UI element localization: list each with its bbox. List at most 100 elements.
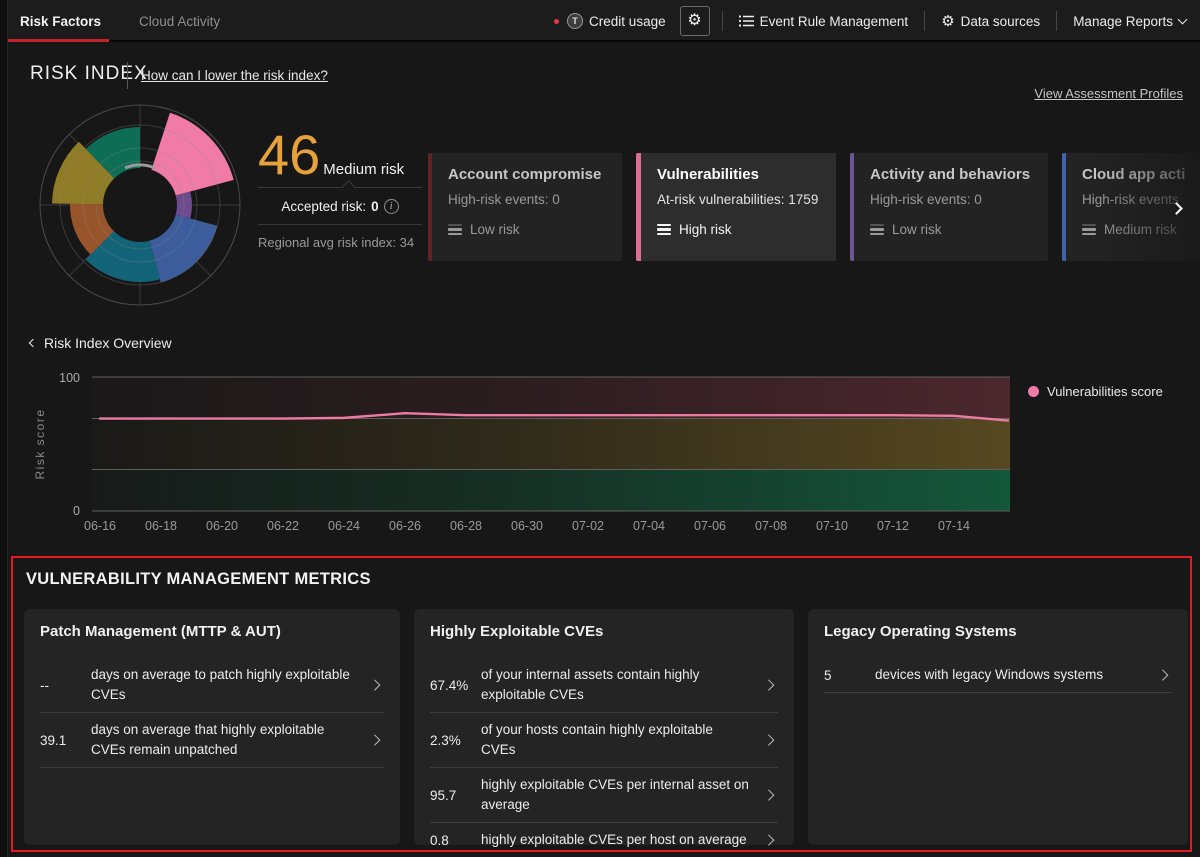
data-sources-button[interactable]: ⚙ Data sources [937, 14, 1044, 29]
list-icon [739, 15, 754, 27]
metric-value: 39.1 [40, 733, 91, 748]
back-link-label: Risk Index Overview [44, 335, 172, 351]
svg-text:06-16: 06-16 [84, 519, 116, 533]
chevron-right-icon [763, 680, 774, 691]
chevron-right-icon [369, 680, 380, 691]
cards-scroll-right-button[interactable] [1172, 200, 1181, 218]
legend-label: Vulnerabilities score [1047, 384, 1163, 399]
metric-row-mttp[interactable]: -- days on average to patch highly explo… [40, 658, 384, 713]
metric-description: days on average that highly exploitable … [91, 720, 371, 760]
tab-cloud-activity[interactable]: Cloud Activity [133, 0, 226, 42]
patch-management-card: Patch Management (MTTP & AUT) -- days on… [24, 609, 400, 845]
tab-risk-factors[interactable]: Risk Factors [14, 0, 107, 42]
notification-dot-icon [554, 19, 559, 24]
card-account-compromise[interactable]: Account compromise High-risk events: 0 L… [428, 153, 622, 261]
card-subtitle: At-risk vulnerabilities: 1759 [657, 192, 820, 207]
svg-text:07-14: 07-14 [938, 519, 970, 533]
view-assessment-profiles-link[interactable]: View Assessment Profiles [1034, 86, 1183, 101]
svg-text:06-30: 06-30 [511, 519, 543, 533]
gear-icon: ⚙ [941, 14, 954, 29]
topbar-separator [924, 11, 925, 31]
risk-bars-icon [870, 224, 884, 236]
card-title: Activity and behaviors [870, 166, 1032, 183]
svg-text:06-22: 06-22 [267, 519, 299, 533]
page-title: RISK INDEX [30, 63, 148, 85]
svg-text:07-12: 07-12 [877, 519, 909, 533]
card-subtitle: High-risk events: 0 [870, 192, 1032, 207]
event-rule-label: Event Rule Management [760, 14, 909, 29]
risk-index-value: 46 [258, 126, 320, 184]
card-subtitle: High-risk events [1082, 192, 1200, 207]
top-tabs: Risk Factors Cloud Activity [14, 0, 226, 42]
section-title: VULNERABILITY MANAGEMENT METRICS [26, 570, 371, 589]
gear-icon: ⚙ [687, 13, 701, 29]
svg-text:06-18: 06-18 [145, 519, 177, 533]
info-icon[interactable]: i [384, 199, 399, 214]
risk-factor-cards: Account compromise High-risk events: 0 L… [428, 153, 1200, 261]
highly-exploitable-cves-card: Highly Exploitable CVEs 67.4% of your in… [414, 609, 794, 845]
accepted-risk-value: 0 [371, 199, 379, 214]
metric-description: highly exploitable CVEs per host on aver… [481, 830, 765, 850]
event-rule-management-button[interactable]: Event Rule Management [735, 14, 913, 29]
metric-value: 5 [824, 668, 875, 683]
metric-value: -- [40, 678, 91, 693]
lower-risk-index-link[interactable]: How can I lower the risk index? [141, 68, 328, 83]
chevron-right-icon [1157, 670, 1168, 681]
card-title: Account compromise [448, 166, 606, 183]
metric-row-aut[interactable]: 39.1 days on average that highly exploit… [40, 713, 384, 768]
topbar-actions: T Credit usage ⚙ Event Rule Management ⚙… [550, 0, 1190, 42]
chart-legend-vulnerabilities-score[interactable]: Vulnerabilities score [1028, 384, 1163, 399]
card-title: Vulnerabilities [657, 166, 820, 183]
svg-text:100: 100 [59, 371, 80, 385]
risk-level: High risk [679, 222, 732, 237]
svg-text:07-08: 07-08 [755, 519, 787, 533]
risk-index-overview-link[interactable]: Risk Index Overview [30, 335, 172, 351]
metric-description: days on average to patch highly exploita… [91, 665, 371, 705]
svg-text:07-10: 07-10 [816, 519, 848, 533]
score-divider [258, 224, 422, 225]
card-title: Legacy Operating Systems [824, 623, 1172, 640]
card-title: Highly Exploitable CVEs [430, 623, 778, 640]
chevron-left-icon [29, 339, 37, 347]
card-subtitle: High-risk events: 0 [448, 192, 606, 207]
chevron-down-icon [1178, 15, 1188, 25]
metric-value: 95.7 [430, 788, 481, 803]
chevron-right-icon [1170, 202, 1183, 215]
chevron-right-icon [763, 790, 774, 801]
risk-level: Low risk [892, 222, 942, 237]
risk-level: Medium risk [1104, 222, 1177, 237]
accepted-risk-label: Accepted risk: [281, 199, 366, 214]
card-vulnerabilities[interactable]: Vulnerabilities At-risk vulnerabilities:… [636, 153, 836, 261]
manage-reports-label: Manage Reports [1073, 14, 1173, 29]
credit-settings-button[interactable]: ⚙ [680, 6, 710, 36]
svg-text:06-20: 06-20 [206, 519, 238, 533]
card-title: Cloud app acti [1082, 166, 1200, 183]
svg-text:06-28: 06-28 [450, 519, 482, 533]
data-sources-label: Data sources [961, 14, 1041, 29]
left-edge-strip [0, 0, 8, 857]
risk-score-block: 46 Medium risk Accepted risk: 0 i Region… [258, 126, 422, 250]
card-activity-behaviors[interactable]: Activity and behaviors High-risk events:… [850, 153, 1048, 261]
chevron-right-icon [369, 735, 380, 746]
topbar-separator [722, 11, 723, 31]
metric-value: 2.3% [430, 733, 481, 748]
topbar-separator [1056, 11, 1057, 31]
metric-row-cves-per-asset[interactable]: 95.7 highly exploitable CVEs per interna… [430, 768, 778, 823]
metric-row-hosts-pct[interactable]: 2.3% of your hosts contain highly exploi… [430, 713, 778, 768]
credits-coin-icon: T [567, 13, 583, 29]
risk-bars-icon [448, 224, 462, 236]
metric-description: devices with legacy Windows systems [875, 665, 1159, 685]
manage-reports-menu[interactable]: Manage Reports [1069, 14, 1190, 29]
vulnerability-management-metrics-section: VULNERABILITY MANAGEMENT METRICS Patch M… [11, 556, 1192, 852]
credit-usage-label: Credit usage [589, 14, 666, 29]
risk-bars-icon [657, 224, 671, 236]
metric-row-legacy-devices[interactable]: 5 devices with legacy Windows systems [824, 658, 1172, 693]
risk-score-line-chart: 010006-1606-1806-2006-2206-2406-2606-280… [0, 368, 1200, 543]
score-divider [258, 187, 422, 188]
metric-row-cves-per-host[interactable]: 0.8 highly exploitable CVEs per host on … [430, 823, 778, 857]
risk-index-page: Risk Factors Cloud Activity T Credit usa… [0, 0, 1200, 857]
metric-row-assets-pct[interactable]: 67.4% of your internal assets contain hi… [430, 658, 778, 713]
svg-text:07-06: 07-06 [694, 519, 726, 533]
metric-value: 67.4% [430, 678, 481, 693]
credit-usage-button[interactable]: T Credit usage [550, 13, 670, 29]
